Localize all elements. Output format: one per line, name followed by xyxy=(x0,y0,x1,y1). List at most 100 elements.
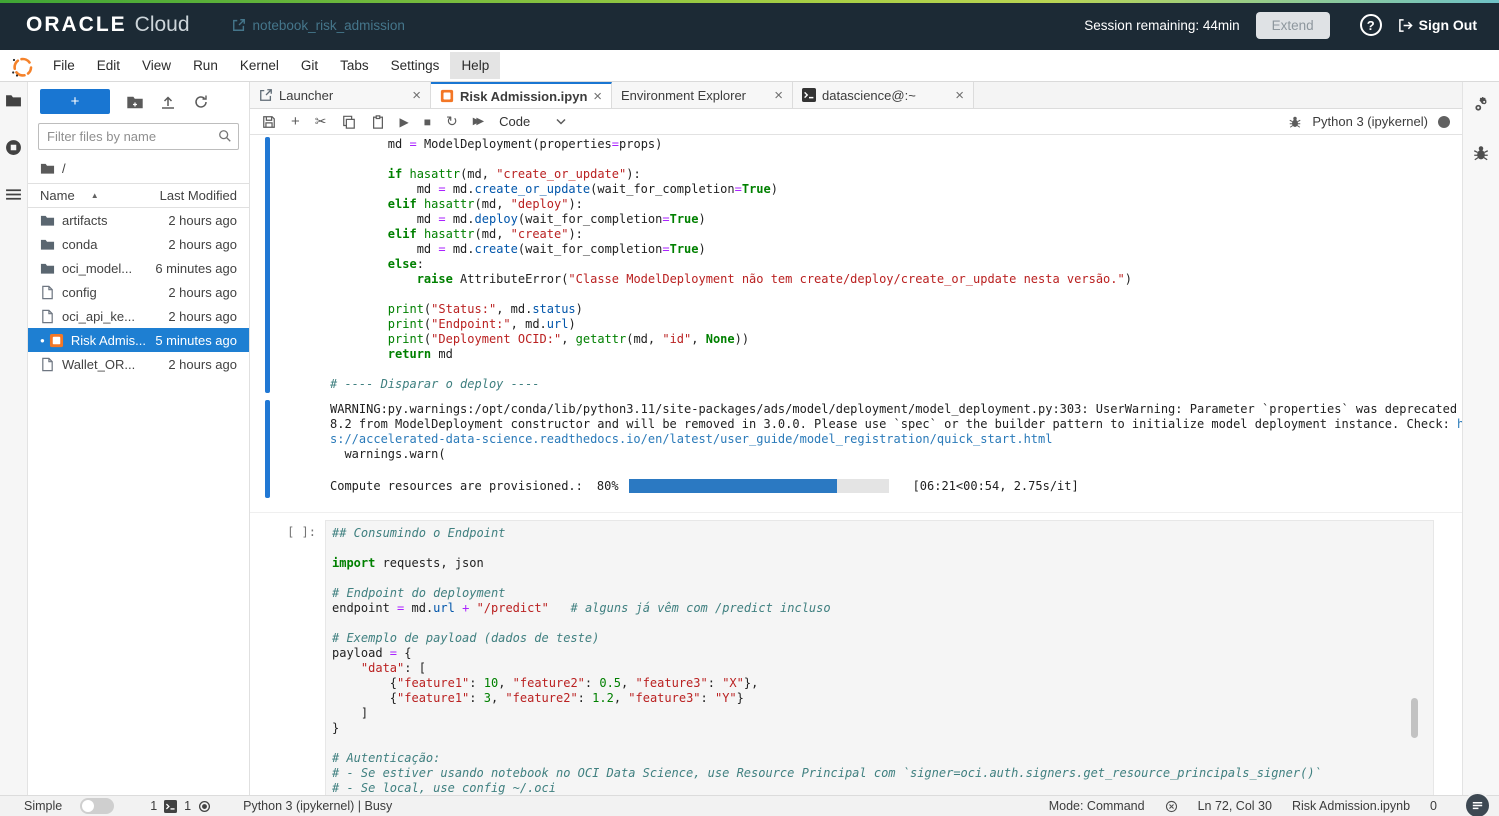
left-sidebar-strip xyxy=(0,82,28,795)
copy-cells-icon[interactable] xyxy=(342,115,356,129)
overlay-badge-icon[interactable] xyxy=(1464,792,1491,816)
file-name: Wallet_OR... xyxy=(62,357,168,372)
oracle-cloud-topbar: ORACLE Cloud notebook_risk_admission Ses… xyxy=(0,0,1499,50)
file-row-artifacts[interactable]: ●artifacts2 hours ago xyxy=(28,208,249,232)
notification-count[interactable]: 0 xyxy=(1430,799,1437,813)
external-link-icon xyxy=(232,18,246,32)
paste-cells-icon[interactable] xyxy=(371,115,385,129)
file-name: conda xyxy=(62,237,168,252)
restart-run-all-icon[interactable]: ▶▶ xyxy=(473,116,480,127)
kernel-count-icon xyxy=(198,800,211,813)
cell-output: WARNING:py.warnings:/opt/conda/lib/pytho… xyxy=(250,400,1462,498)
file-name: config xyxy=(62,285,168,300)
refresh-icon[interactable] xyxy=(193,94,209,110)
file-list-header: Name ▲ Last Modified xyxy=(28,183,249,208)
menu-file[interactable]: File xyxy=(42,52,86,79)
file-browser-panel: + / Name ▲ Last Modified ●artifacts2 xyxy=(28,82,250,795)
notebook-session-label: notebook_risk_admission xyxy=(253,18,405,33)
mode-indicator: Mode: Command xyxy=(1049,799,1145,813)
add-cell-icon[interactable]: + xyxy=(291,113,300,130)
code-cell-idle[interactable]: [ ]: ## Consumindo o Endpoint import req… xyxy=(250,512,1462,795)
notebook-session-link[interactable]: notebook_risk_admission xyxy=(232,18,405,33)
file-row-config[interactable]: ●config2 hours ago xyxy=(28,280,249,304)
column-name[interactable]: Name xyxy=(40,188,75,203)
run-cell-icon[interactable]: ▶ xyxy=(400,115,409,129)
folder-icon xyxy=(40,261,55,276)
cursor-position[interactable]: Ln 72, Col 30 xyxy=(1198,799,1272,813)
menu-view[interactable]: View xyxy=(131,52,182,79)
terminal-count[interactable]: 1 xyxy=(150,799,157,813)
extend-session-button[interactable]: Extend xyxy=(1256,12,1330,39)
notebook-scrollbar-thumb[interactable] xyxy=(1411,698,1418,738)
save-icon[interactable] xyxy=(262,115,276,129)
file-row-oci-model-[interactable]: ●oci_model...6 minutes ago xyxy=(28,256,249,280)
tab-launcher[interactable]: Launcher× xyxy=(250,82,431,108)
menu-help[interactable]: Help xyxy=(450,52,500,79)
tab-environment-explorer[interactable]: Environment Explorer× xyxy=(612,82,793,108)
new-launcher-button[interactable]: + xyxy=(40,89,110,114)
tab-label: Environment Explorer xyxy=(621,88,768,103)
accessibility-mode-icon[interactable] xyxy=(1165,800,1178,813)
warning-text: WARNING:py.warnings:/opt/conda/lib/pytho… xyxy=(330,400,1462,462)
menu-settings[interactable]: Settings xyxy=(380,52,451,79)
filter-files-input[interactable] xyxy=(38,123,239,150)
stop-kernel-icon[interactable]: ■ xyxy=(424,115,431,129)
active-file-label[interactable]: Risk Admission.ipynb xyxy=(1292,799,1410,813)
debugger-sidebar-icon[interactable] xyxy=(1472,144,1490,162)
cell-type-select[interactable]: Code xyxy=(499,114,566,129)
help-icon[interactable]: ? xyxy=(1360,14,1382,36)
progress-bar xyxy=(629,479,889,493)
column-last-modified[interactable]: Last Modified xyxy=(160,188,237,203)
new-folder-icon[interactable] xyxy=(127,94,143,110)
menu-git[interactable]: Git xyxy=(290,52,329,79)
running-dot: ● xyxy=(40,336,45,345)
tab-label: Risk Admission.ipynb xyxy=(460,89,587,104)
file-modified: 6 minutes ago xyxy=(155,261,237,276)
tab-datascience-[interactable]: datascience@:~× xyxy=(793,82,974,108)
close-icon[interactable]: × xyxy=(949,87,964,104)
kernel-name-label[interactable]: Python 3 (ipykernel) xyxy=(1312,114,1428,129)
file-row-conda[interactable]: ●conda2 hours ago xyxy=(28,232,249,256)
file-row-oci-api-ke-[interactable]: ●oci_api_ke...2 hours ago xyxy=(28,304,249,328)
notebook-scroll-area[interactable]: md = ModelDeployment(properties=props) i… xyxy=(250,135,1462,795)
kernel-count[interactable]: 1 xyxy=(184,799,191,813)
kernel-status-label[interactable]: Python 3 (ipykernel) | Busy xyxy=(243,799,392,813)
file-icon xyxy=(40,285,55,300)
terminal-icon xyxy=(802,88,816,102)
running-sessions-icon[interactable] xyxy=(5,139,22,156)
simple-mode-toggle[interactable] xyxy=(80,798,114,814)
file-name: oci_model... xyxy=(62,261,155,276)
progress-percent: 80% xyxy=(597,479,619,493)
cell1-code[interactable]: md = ModelDeployment(properties=props) i… xyxy=(330,137,1462,393)
deployment-progress: Compute resources are provisioned.: 80% … xyxy=(330,479,1462,493)
cell2-editor[interactable]: ## Consumindo o Endpoint import requests… xyxy=(325,520,1434,795)
sign-out-button[interactable]: Sign Out xyxy=(1398,17,1477,33)
code-cell-active[interactable]: md = ModelDeployment(properties=props) i… xyxy=(250,137,1462,393)
cell2-code[interactable]: ## Consumindo o Endpoint import requests… xyxy=(332,526,1427,795)
notebook-icon xyxy=(440,89,454,103)
table-of-contents-icon[interactable] xyxy=(5,186,22,203)
tab-risk-admission-ipynb[interactable]: Risk Admission.ipynb× xyxy=(431,82,612,108)
menu-run[interactable]: Run xyxy=(182,52,229,79)
close-icon[interactable]: × xyxy=(768,87,783,104)
file-browser-toolbar: + xyxy=(28,82,249,120)
file-row-wallet-or-[interactable]: ●Wallet_OR...2 hours ago xyxy=(28,352,249,376)
menu-kernel[interactable]: Kernel xyxy=(229,52,290,79)
restart-kernel-icon[interactable]: ↻ xyxy=(446,113,458,130)
file-list: ●artifacts2 hours ago●conda2 hours ago●o… xyxy=(28,208,249,376)
menu-edit[interactable]: Edit xyxy=(86,52,131,79)
property-inspector-icon[interactable] xyxy=(1472,96,1490,114)
breadcrumb[interactable]: / xyxy=(28,156,249,183)
file-browser-tab-icon[interactable] xyxy=(5,92,22,109)
close-icon[interactable]: × xyxy=(587,88,602,105)
debugger-icon[interactable] xyxy=(1288,115,1302,129)
upload-icon[interactable] xyxy=(160,94,176,110)
cut-cells-icon[interactable]: ✂ xyxy=(315,113,327,130)
chevron-down-icon xyxy=(556,118,566,125)
file-row-risk-admis-[interactable]: ●Risk Admis...5 minutes ago xyxy=(28,328,249,352)
close-icon[interactable]: × xyxy=(406,87,421,104)
file-name: Risk Admis... xyxy=(71,333,155,348)
menu-tabs[interactable]: Tabs xyxy=(329,52,380,79)
sort-ascending-icon[interactable]: ▲ xyxy=(91,191,99,200)
file-modified: 2 hours ago xyxy=(168,237,237,252)
